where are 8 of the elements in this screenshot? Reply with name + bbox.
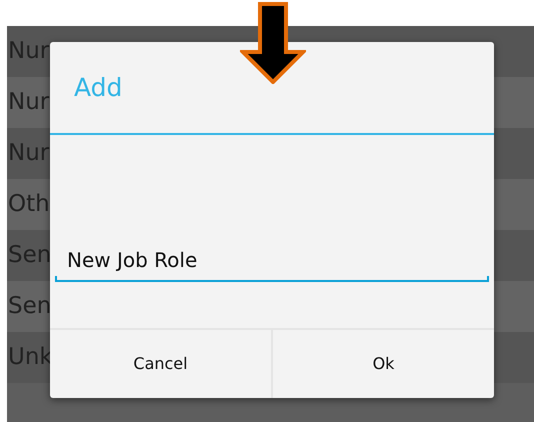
cancel-button[interactable]: Cancel <box>50 330 271 398</box>
list-item-text: Nur <box>7 88 50 118</box>
input-field[interactable]: New Job Role <box>55 242 489 282</box>
list-item-text: Sen <box>7 292 52 322</box>
dialog-title: Add <box>74 72 122 104</box>
list-item-text: Oth <box>7 190 50 220</box>
down-arrow-icon <box>240 2 306 84</box>
ok-button[interactable]: Ok <box>271 330 494 398</box>
